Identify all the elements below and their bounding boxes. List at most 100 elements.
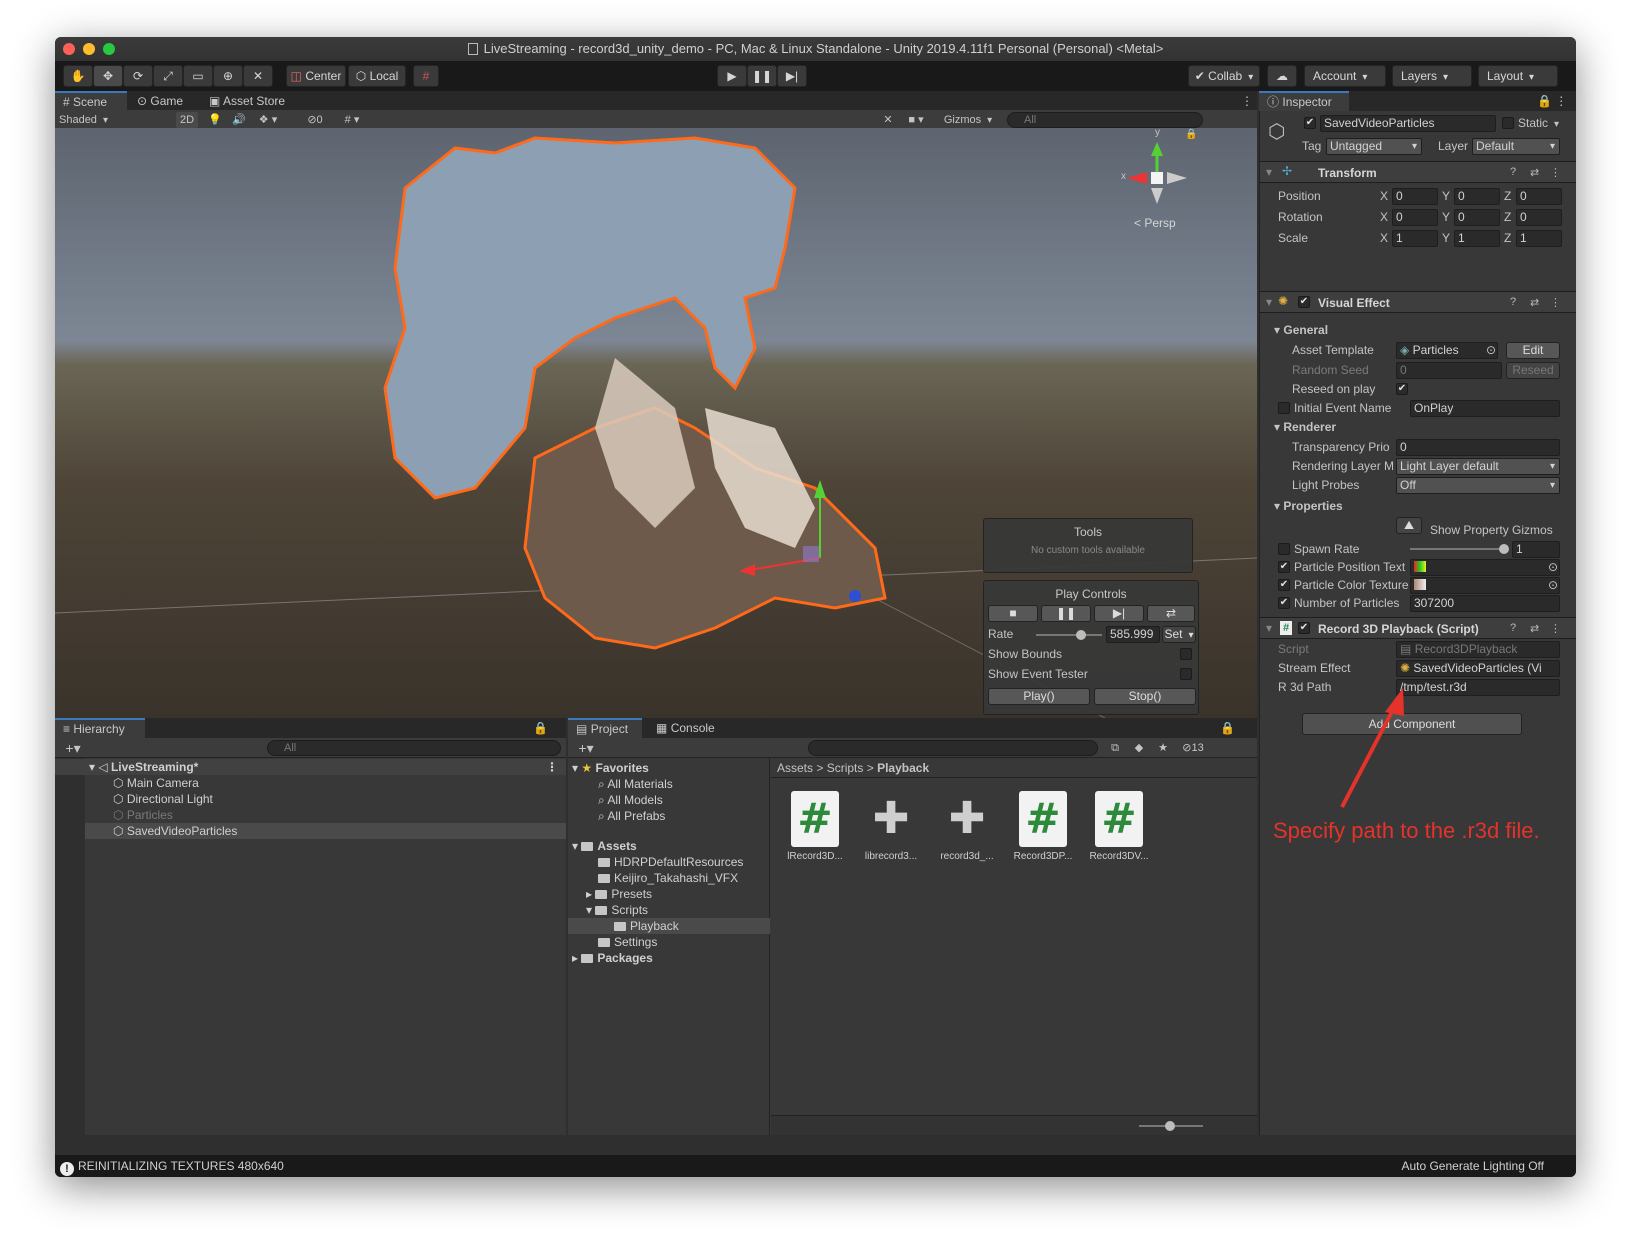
transform-x-input[interactable]: 0 bbox=[1392, 188, 1438, 205]
spawn-rate-thumb[interactable] bbox=[1499, 544, 1509, 554]
asset-item[interactable]: # Record3DP... bbox=[1003, 791, 1083, 862]
kebab-icon[interactable]: ⋮ bbox=[546, 759, 558, 775]
inspector-lock[interactable]: 🔒 ⋮ bbox=[1529, 91, 1575, 111]
general-section[interactable]: ▾ General bbox=[1274, 321, 1328, 339]
grid-dropdown[interactable]: # ▾ bbox=[335, 112, 369, 128]
add-component-button[interactable]: Add Component bbox=[1302, 713, 1522, 735]
list-item[interactable]: Settings bbox=[598, 934, 657, 950]
preset-icon[interactable]: ⇄ bbox=[1530, 296, 1539, 309]
cloud-button[interactable]: ☁ bbox=[1267, 65, 1297, 87]
pivot-center-button[interactable]: ◫ Center bbox=[286, 65, 346, 87]
random-seed-input[interactable]: 0 bbox=[1396, 362, 1502, 379]
transform-y-input[interactable]: 0 bbox=[1454, 209, 1500, 226]
scene-view[interactable]: x y 🔒 < Persp Tools No custom tools avai… bbox=[55, 128, 1257, 718]
pause-control-button[interactable]: ❚❚ bbox=[1041, 605, 1091, 622]
favorite-button[interactable]: ★ bbox=[1154, 740, 1172, 756]
visual-effect-enabled-checkbox[interactable]: ✔ bbox=[1298, 296, 1310, 308]
pause-button[interactable]: ❚❚ bbox=[747, 65, 777, 87]
list-item[interactable]: ▸ Presets bbox=[586, 886, 652, 902]
play-method-button[interactable]: Play() bbox=[988, 688, 1090, 705]
particle-color-checkbox[interactable]: ✔ bbox=[1278, 579, 1290, 591]
tab-console[interactable]: ▦ Console bbox=[648, 718, 723, 738]
zoom-window-button[interactable] bbox=[103, 43, 115, 55]
transform-tool-button[interactable]: ⊕ bbox=[213, 65, 243, 87]
object-picker-icon[interactable]: ⊙ bbox=[1486, 341, 1496, 359]
rate-set-dropdown[interactable]: Set bbox=[1162, 626, 1196, 643]
filter-label-button[interactable]: ◆ bbox=[1130, 740, 1148, 756]
initial-event-input[interactable]: OnPlay bbox=[1410, 400, 1560, 417]
list-item-selected[interactable]: ⬡ SavedVideoParticles bbox=[85, 823, 566, 839]
project-add-button[interactable]: +▾ bbox=[574, 740, 598, 756]
breadcrumb-item[interactable]: Scripts bbox=[827, 761, 864, 775]
asset-item[interactable]: ✚ librecord3... bbox=[851, 791, 931, 862]
breadcrumb-item[interactable]: Assets bbox=[777, 761, 813, 775]
num-particles-checkbox[interactable]: ✔ bbox=[1278, 597, 1290, 609]
effects-dropdown[interactable]: ❖ ▾ bbox=[253, 112, 283, 128]
packages-item[interactable]: ▸ Packages bbox=[572, 950, 653, 966]
list-item[interactable]: ⬡ Particles bbox=[113, 807, 173, 823]
renderer-section[interactable]: ▾ Renderer bbox=[1274, 418, 1336, 436]
tab-scene[interactable]: # Scene bbox=[55, 91, 127, 111]
list-item[interactable]: ⌕ All Materials bbox=[598, 776, 673, 792]
rate-slider-thumb[interactable] bbox=[1075, 630, 1086, 640]
hidden-packages-toggle[interactable]: ⊘13 bbox=[1176, 740, 1210, 756]
persp-label[interactable]: < Persp bbox=[1134, 214, 1176, 232]
tab-hierarchy[interactable]: ≡ Hierarchy bbox=[55, 718, 145, 738]
asset-item[interactable]: ✚ record3d_... bbox=[927, 791, 1007, 862]
step-button[interactable]: ▶| bbox=[777, 65, 807, 87]
record3d-enabled-checkbox[interactable]: ✔ bbox=[1298, 622, 1310, 634]
grid-snap-button[interactable]: # bbox=[413, 65, 439, 87]
scene-search-input[interactable]: All bbox=[1007, 112, 1203, 128]
lock-icon[interactable]: 🔒 bbox=[1185, 128, 1197, 144]
preset-icon[interactable]: ⇄ bbox=[1530, 166, 1539, 179]
project-lock[interactable]: 🔒 ⋮ bbox=[1212, 718, 1257, 755]
transform-y-input[interactable]: 1 bbox=[1454, 230, 1500, 247]
reseed-on-play-checkbox[interactable]: ✔ bbox=[1396, 383, 1408, 395]
move-tool-button[interactable]: ✥ bbox=[93, 65, 123, 87]
transform-x-input[interactable]: 1 bbox=[1392, 230, 1438, 247]
static-checkbox[interactable] bbox=[1502, 117, 1514, 129]
pivot-local-button[interactable]: ⬡ Local bbox=[348, 65, 406, 87]
asset-item[interactable]: # lRecord3D... bbox=[775, 791, 855, 862]
tab-inspector[interactable]: ⓘ Inspector bbox=[1259, 91, 1349, 111]
hidden-objects-toggle[interactable]: ⊘0 bbox=[299, 112, 331, 128]
audio-toggle[interactable]: 🔊 bbox=[229, 112, 249, 128]
help-icon[interactable]: ? bbox=[1510, 622, 1516, 634]
favorites-item[interactable]: ▾ ★ Favorites bbox=[572, 760, 649, 776]
list-item[interactable]: ⌕ All Models bbox=[598, 792, 663, 808]
loop-control-button[interactable]: ⇄ bbox=[1147, 605, 1195, 622]
asset-item[interactable]: # Record3DV... bbox=[1079, 791, 1159, 862]
kebab-icon[interactable]: ⋮ bbox=[1550, 166, 1561, 179]
stop-control-button[interactable]: ■ bbox=[988, 605, 1038, 622]
properties-section[interactable]: ▾ Properties bbox=[1274, 497, 1343, 515]
asset-zoom-slider[interactable] bbox=[1139, 1121, 1203, 1131]
asset-template-field[interactable]: ◈ Particles bbox=[1396, 342, 1498, 359]
help-icon[interactable]: ? bbox=[1510, 166, 1516, 178]
lighting-toggle[interactable]: 💡 bbox=[205, 112, 225, 128]
custom-tool-button[interactable]: ✕ bbox=[243, 65, 273, 87]
project-search-input[interactable] bbox=[808, 740, 1098, 756]
hierarchy-add-button[interactable]: +▾ bbox=[61, 740, 85, 756]
rendering-layer-dropdown[interactable]: Light Layer default bbox=[1396, 458, 1560, 475]
particle-position-texture-field[interactable] bbox=[1410, 559, 1560, 576]
rate-slider-track[interactable] bbox=[1036, 630, 1102, 640]
filter-type-button[interactable]: ⧉ bbox=[1106, 740, 1124, 756]
show-event-tester-checkbox[interactable] bbox=[1180, 668, 1192, 680]
step-control-button[interactable]: ▶| bbox=[1094, 605, 1144, 622]
tab-asset-store[interactable]: ▣ Asset Store bbox=[201, 91, 293, 111]
rotate-tool-button[interactable]: ⟳ bbox=[123, 65, 153, 87]
edit-button[interactable]: Edit bbox=[1506, 342, 1560, 359]
list-item[interactable]: ⬡ Main Camera bbox=[113, 775, 199, 791]
tag-dropdown[interactable]: Untagged bbox=[1326, 138, 1422, 155]
account-dropdown[interactable]: Account bbox=[1304, 65, 1386, 87]
transform-z-input[interactable]: 1 bbox=[1516, 230, 1562, 247]
gizmos-dropdown[interactable]: Gizmos bbox=[937, 112, 999, 128]
layout-dropdown[interactable]: Layout bbox=[1478, 65, 1558, 87]
list-item[interactable]: HDRPDefaultResources bbox=[598, 854, 743, 870]
hand-tool-button[interactable]: ✋ bbox=[63, 65, 93, 87]
scale-tool-button[interactable]: ⤢ bbox=[153, 65, 183, 87]
transform-z-input[interactable]: 0 bbox=[1516, 209, 1562, 226]
gameobject-name-input[interactable]: SavedVideoParticles bbox=[1320, 115, 1496, 132]
stop-method-button[interactable]: Stop() bbox=[1094, 688, 1196, 705]
preset-icon[interactable]: ⇄ bbox=[1530, 622, 1539, 635]
